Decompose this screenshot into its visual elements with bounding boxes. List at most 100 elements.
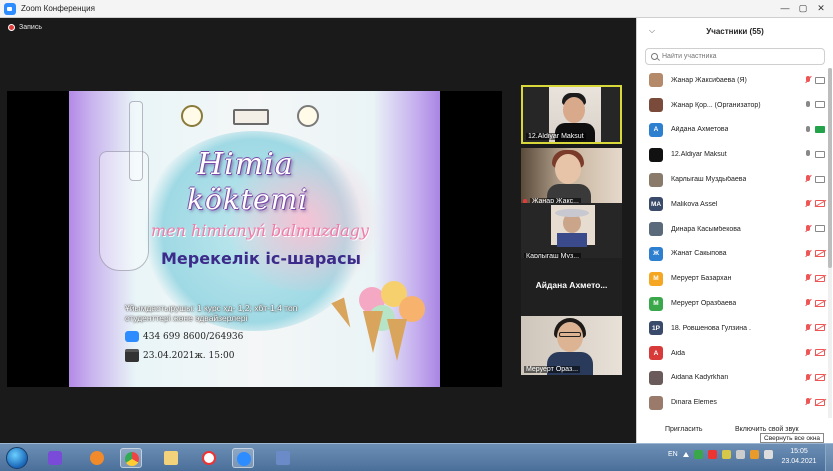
participant-status-icons — [805, 76, 825, 84]
recording-indicator[interactable]: Запись — [8, 24, 42, 31]
participant-row[interactable]: M Меруерт Оразбаева — [637, 291, 827, 316]
participant-row[interactable]: Жанар Жаксибаева (Я) — [637, 68, 827, 93]
avatar — [649, 73, 663, 88]
muted-mic-icon[interactable] — [805, 348, 811, 357]
participant-name: Malikova Assel — [671, 200, 718, 208]
thumbnail-name: Меруерт Ораз... — [524, 366, 581, 373]
participant-row[interactable]: A Айдана Ахметова — [637, 118, 827, 143]
start-button[interactable] — [6, 447, 28, 469]
muted-mic-icon[interactable] — [805, 76, 811, 84]
taskbar-zoom[interactable] — [232, 448, 254, 468]
invite-button[interactable]: Пригласить — [665, 426, 703, 433]
participant-row[interactable]: Динара Касымбекова — [637, 217, 827, 242]
taskbar-control-panel[interactable] — [272, 448, 294, 468]
tray-app-icon[interactable] — [693, 450, 703, 459]
network-app-icon — [48, 451, 62, 465]
muted-mic-icon[interactable] — [805, 299, 811, 307]
video-thumbnail[interactable]: Меруерт Ораз... — [521, 316, 622, 375]
avatar: M — [649, 271, 663, 286]
video-camera-icon[interactable] — [815, 76, 825, 84]
video-off-icon[interactable] — [815, 200, 825, 208]
video-off-icon[interactable] — [815, 374, 825, 382]
minimize-button[interactable]: — — [777, 2, 793, 14]
participant-name: Жанар Қор... (Организатор) — [671, 101, 761, 109]
video-camera-icon[interactable] — [815, 101, 825, 109]
participant-name: Карлыгаш Муздыбаева — [671, 176, 747, 184]
muted-mic-icon[interactable] — [805, 274, 811, 282]
muted-mic-icon[interactable] — [805, 175, 811, 183]
lab-tube-graphic — [129, 101, 143, 181]
video-off-icon[interactable] — [815, 349, 825, 357]
unmute-self-button[interactable]: Включить свой звук — [735, 426, 799, 433]
participant-row[interactable]: 1P 18. Ровшенова Гулзина . — [637, 316, 827, 341]
poster-title-line2: köktemi — [187, 183, 309, 216]
chevron-down-icon[interactable]: ⌵ — [649, 26, 655, 36]
participant-row[interactable]: Жанар Қор... (Организатор) — [637, 93, 827, 118]
participant-row[interactable]: MA Malikova Assel — [637, 192, 827, 217]
video-off-icon[interactable] — [815, 398, 825, 406]
video-thumbnail[interactable]: Жанар Жакс... — [521, 148, 622, 207]
video-thumbnail[interactable]: Айдана Ахмето... — [521, 258, 622, 317]
control-panel-icon — [276, 451, 290, 465]
taskbar-chrome[interactable] — [120, 448, 142, 468]
taskbar-explorer[interactable] — [160, 448, 182, 468]
muted-mic-icon[interactable] — [805, 323, 811, 332]
window-titlebar: Zoom Конференция — ▢ ✕ — [0, 0, 833, 18]
clock-date: 23.04.2021 — [781, 458, 817, 465]
video-off-icon[interactable] — [815, 274, 825, 282]
video-thumbnail[interactable]: Карлыгаш Муз... — [521, 203, 622, 262]
network-icon[interactable] — [735, 450, 745, 459]
participant-row[interactable]: Aidana Kadyrkhan — [637, 366, 827, 391]
avatar: M — [649, 296, 663, 311]
volume-icon[interactable] — [763, 450, 773, 459]
muted-mic-icon[interactable] — [805, 373, 811, 382]
notification-icon[interactable] — [749, 450, 759, 459]
participant-row[interactable]: A Aida — [637, 341, 827, 366]
mic-icon[interactable] — [805, 150, 811, 158]
taskbar-media-player[interactable] — [86, 448, 108, 468]
tray-app-icon[interactable] — [707, 450, 717, 459]
video-camera-icon[interactable] — [815, 225, 825, 233]
participant-row[interactable]: Dinara Elemes — [637, 390, 827, 415]
scrollbar-thumb[interactable] — [828, 68, 832, 268]
poster-title-line3: men himianyń balmuzdagy — [151, 221, 369, 240]
participant-list-scrollbar[interactable] — [828, 68, 832, 418]
participant-row[interactable]: 12.Aldiyar Maksut — [637, 142, 827, 167]
taskbar-network-app[interactable] — [44, 448, 66, 468]
show-hidden-icons-icon[interactable] — [682, 452, 689, 457]
participant-row[interactable]: Ж Жанат Сакыпова — [637, 242, 827, 267]
participant-row[interactable]: Карлыгаш Муздыбаева — [637, 167, 827, 192]
video-off-icon[interactable] — [815, 324, 825, 332]
language-indicator[interactable]: EN — [668, 451, 678, 458]
participant-search[interactable] — [645, 48, 825, 65]
meeting-main-area: Запись Himia köktemi men himianyń balmuz… — [0, 18, 636, 443]
participant-row[interactable]: M Меруерт Базархан — [637, 266, 827, 291]
taskbar-clock[interactable]: 15:05 23.04.2021 — [779, 447, 819, 467]
tray-app-icon[interactable] — [721, 450, 731, 459]
mic-icon[interactable] — [805, 100, 811, 109]
participant-status-icons — [805, 299, 825, 307]
avatar: A — [649, 122, 663, 137]
recording-label: Запись — [19, 24, 42, 31]
video-thumbnail[interactable]: 12.Aldiyar Maksut — [521, 85, 622, 144]
muted-mic-icon[interactable] — [805, 224, 811, 233]
thumbnail-name: Айдана Ахмето... — [535, 280, 608, 290]
taskbar-yandex-browser[interactable] — [198, 448, 220, 468]
maximize-button[interactable]: ▢ — [795, 2, 811, 14]
show-desktop-button[interactable] — [825, 444, 833, 471]
poster-subtitle: Мерекелік іс-шарасы — [161, 249, 362, 268]
close-button[interactable]: ✕ — [813, 2, 829, 14]
participant-status-icons — [805, 274, 825, 282]
mic-icon[interactable] — [805, 125, 811, 134]
participant-name: 12.Aldiyar Maksut — [671, 151, 727, 159]
muted-mic-icon[interactable] — [805, 199, 811, 208]
video-camera-icon[interactable] — [815, 175, 825, 183]
muted-mic-icon[interactable] — [805, 249, 811, 258]
video-camera-icon[interactable] — [815, 126, 825, 134]
video-off-icon[interactable] — [815, 250, 825, 258]
calendar-icon — [125, 349, 139, 362]
video-off-icon[interactable] — [815, 299, 825, 307]
muted-mic-icon[interactable] — [805, 398, 811, 406]
video-camera-icon[interactable] — [815, 150, 825, 158]
search-input[interactable] — [662, 53, 812, 60]
